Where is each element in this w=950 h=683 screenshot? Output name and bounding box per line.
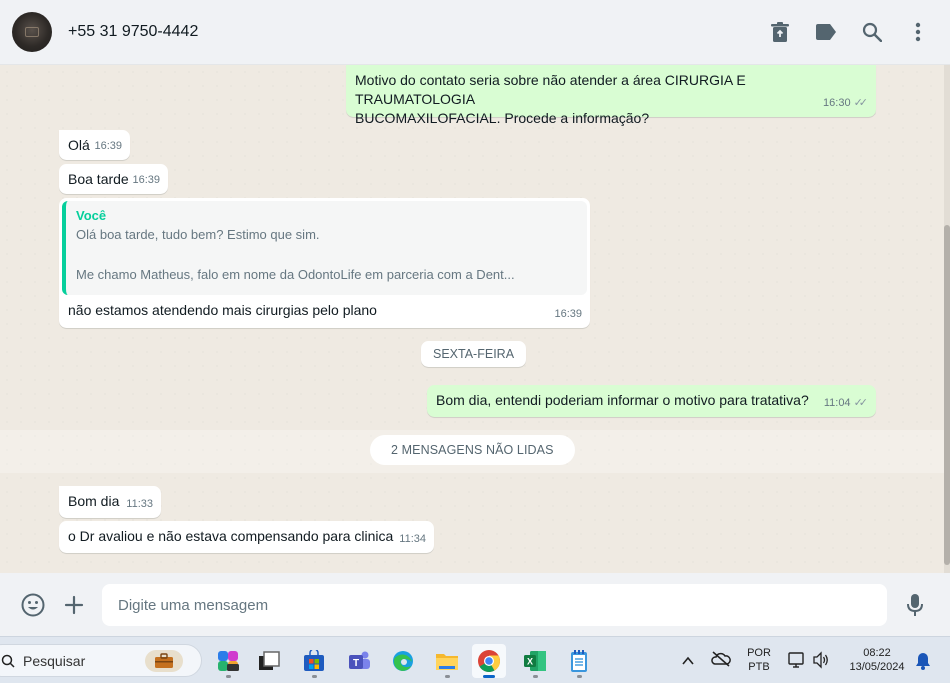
message-text: o Dr avaliou e não estava compensando pa… (68, 528, 394, 544)
chat-area[interactable]: Motivo do contato seria sobre não atende… (0, 65, 950, 573)
message-time: 11:33 (126, 498, 153, 510)
quoted-message[interactable]: Você Olá boa tarde, tudo bem? Estimo que… (62, 201, 587, 295)
message-bubble-incoming[interactable]: Olá 16:39 (59, 130, 130, 160)
message-text: Olá (68, 137, 90, 153)
search-icon[interactable] (860, 20, 884, 44)
plus-icon[interactable] (61, 592, 87, 618)
message-time: 16:39 (94, 140, 122, 152)
teams-icon[interactable]: T (342, 644, 376, 678)
search-icon (1, 654, 15, 668)
copilot-icon[interactable] (211, 644, 245, 678)
notification-bell-icon[interactable] (915, 652, 931, 673)
clock-date: 13/05/2024 (849, 661, 905, 673)
unread-banner: 2 MENSAGENS NÃO LIDAS (370, 435, 575, 465)
app-indicator (312, 675, 317, 678)
language-label: POR (747, 647, 771, 659)
menu-icon[interactable] (906, 20, 930, 44)
message-text: não estamos atendendo mais cirurgias pel… (68, 302, 377, 318)
volume-icon[interactable] (812, 651, 830, 672)
message-text: Boa tarde (68, 171, 129, 187)
message-composer (0, 573, 950, 636)
message-bubble-outgoing[interactable]: Motivo do contato seria sobre não atende… (346, 65, 876, 126)
quote-text: Olá boa tarde, tudo bem? Estimo que sim.… (76, 227, 515, 282)
taskbar-search-label: Pesquisar (23, 652, 86, 669)
contact-avatar[interactable] (12, 12, 52, 52)
message-text: Motivo do contato seria sobre não atende… (355, 72, 746, 126)
message-bubble-incoming[interactable]: Bom dia 11:33 (59, 486, 161, 518)
app-indicator (533, 675, 538, 678)
emoji-icon[interactable] (20, 592, 46, 618)
message-input[interactable] (102, 584, 887, 626)
svg-text:X: X (527, 657, 533, 667)
chevron-up-icon[interactable] (682, 653, 694, 669)
chat-header: +55 31 9750-4442 (0, 0, 950, 65)
scrollbar-thumb[interactable] (944, 225, 950, 565)
read-ticks-icon: ✓✓ (853, 397, 869, 409)
contact-name[interactable]: +55 31 9750-4442 (68, 23, 198, 41)
edge-icon[interactable] (386, 644, 420, 678)
app-indicator (226, 675, 231, 678)
message-time: 16:39 (132, 174, 160, 186)
message-time: 16:30 ✓✓ (823, 94, 868, 113)
delete-icon[interactable] (768, 20, 792, 44)
chrome-icon[interactable] (472, 644, 506, 678)
message-time: 11:34 (399, 533, 426, 545)
windows-taskbar: Pesquisar T X POR PTB 08:22 13/05/2024 (0, 636, 950, 683)
avatar-logo (25, 27, 39, 37)
svg-text:T: T (353, 658, 359, 669)
message-text: Bom dia (68, 493, 120, 509)
file-explorer-icon[interactable] (430, 644, 464, 678)
message-bubble-outgoing[interactable]: Bom dia, entendi poderiam informar o mot… (427, 385, 876, 417)
message-time: 11:04 ✓✓ (824, 394, 868, 413)
microphone-icon[interactable] (902, 592, 928, 618)
network-icon[interactable] (788, 651, 806, 672)
chat-scrollbar[interactable] (944, 65, 950, 573)
message-bubble-incoming[interactable]: Boa tarde 16:39 (59, 164, 168, 194)
task-view-icon[interactable] (252, 644, 286, 678)
header-actions (768, 20, 930, 44)
store-icon[interactable] (297, 644, 331, 678)
language-indicator[interactable]: POR PTB (745, 646, 773, 674)
onedrive-offline-icon[interactable] (711, 651, 731, 670)
clock[interactable]: 08:22 13/05/2024 (843, 646, 911, 674)
app-indicator (577, 675, 582, 678)
message-bubble-incoming-reply[interactable]: Você Olá boa tarde, tudo bem? Estimo que… (59, 198, 590, 328)
message-text: Bom dia, entendi poderiam informar o mot… (436, 392, 809, 408)
briefcase-icon[interactable] (145, 650, 183, 672)
message-time: 16:39 (554, 308, 582, 320)
day-separator: SEXTA-FEIRA (421, 341, 527, 367)
label-icon[interactable] (814, 20, 838, 44)
excel-icon[interactable]: X (518, 644, 552, 678)
notepad-icon[interactable] (562, 644, 596, 678)
app-indicator (445, 675, 450, 678)
taskbar-search[interactable]: Pesquisar (0, 644, 202, 677)
quote-author: Você (76, 208, 107, 223)
keyboard-label: PTB (748, 661, 770, 673)
app-indicator-active (483, 675, 495, 678)
read-ticks-icon: ✓✓ (853, 97, 869, 109)
message-bubble-incoming[interactable]: o Dr avaliou e não estava compensando pa… (59, 521, 434, 553)
clock-time: 08:22 (863, 647, 891, 659)
